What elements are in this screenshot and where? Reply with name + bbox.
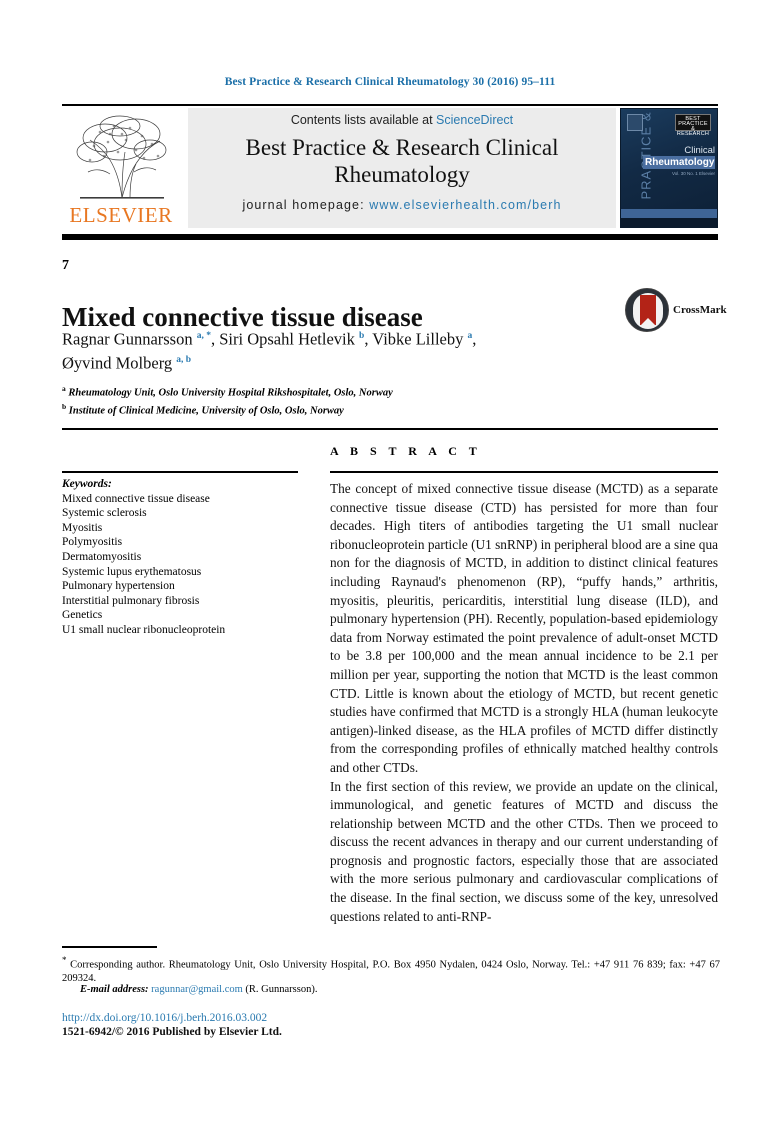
affiliation-a-marker: a <box>62 384 66 393</box>
header-bottom-rule <box>62 234 718 240</box>
crossmark-icon <box>625 288 669 332</box>
journal-title: Best Practice & Research Clinical Rheuma… <box>245 135 559 187</box>
sciencedirect-link[interactable]: ScienceDirect <box>436 113 513 127</box>
journal-homepage-link[interactable]: www.elsevierhealth.com/berh <box>369 198 561 212</box>
journal-homepage-line: journal homepage: www.elsevierhealth.com… <box>188 198 616 212</box>
elsevier-wordmark: ELSEVIER <box>69 203 173 227</box>
contents-prefix: Contents lists available at <box>290 113 437 127</box>
copyright-line: 1521-6942/© 2016 Published by Elsevier L… <box>62 1026 282 1038</box>
email-link[interactable]: ragunnar@gmail.com <box>151 984 243 995</box>
affiliation-b-marker: b <box>62 402 67 411</box>
author-4: Øyvind Molberg <box>62 353 177 372</box>
keywords-block: Keywords: Mixed connective tissue diseas… <box>62 477 312 638</box>
keyword-item: Genetics <box>62 609 103 622</box>
corresponding-author-text: Corresponding author. Rheumatology Unit,… <box>62 959 720 985</box>
author-1-affiliation-marker[interactable]: a, * <box>197 331 211 341</box>
article-first-page: Best Practice & Research Clinical Rheuma… <box>0 0 780 1134</box>
footnote-rule <box>62 946 157 948</box>
keywords-rule <box>62 471 298 473</box>
keyword-item: Pulmonary hypertension <box>62 580 175 593</box>
cover-stripe <box>621 209 717 218</box>
email-owner: (R. Gunnarsson). <box>245 984 318 995</box>
journal-header-band: ELSEVIER Contents lists available at Sci… <box>62 108 718 228</box>
homepage-prefix: journal homepage: <box>242 198 370 212</box>
cover-bottom-band <box>621 218 717 227</box>
keyword-item: U1 small nuclear ribonucleoprotein <box>62 623 226 636</box>
crossmark-label: CrossMark <box>673 304 727 316</box>
running-head: Best Practice & Research Clinical Rheuma… <box>224 76 556 88</box>
cover-badge: BEST PRACTICE & RESEARCH <box>675 114 711 137</box>
abstract-section-top-rule <box>62 428 718 430</box>
abstract-paragraph: The concept of mixed connective tissue d… <box>330 481 718 775</box>
journal-title-block: Contents lists available at ScienceDirec… <box>188 108 616 228</box>
author-4-affiliation-marker[interactable]: a, b <box>176 355 191 365</box>
affiliation-a: a Rheumatology Unit, Oslo University Hos… <box>62 382 622 400</box>
elsevier-logo: ELSEVIER <box>62 108 180 228</box>
keyword-item: Dermatomyositis <box>62 550 142 563</box>
cover-corner-icon <box>627 114 643 131</box>
abstract-body: The concept of mixed connective tissue d… <box>330 480 718 926</box>
affiliation-b-text: Institute of Clinical Medicine, Universi… <box>68 405 344 417</box>
affiliation-a-text: Rheumatology Unit, Oslo University Hospi… <box>68 387 393 399</box>
keyword-item: Polymyositis <box>62 536 123 549</box>
author-sep-3: , <box>472 329 477 349</box>
abstract-rule <box>330 471 718 473</box>
crossmark-logo[interactable]: CrossMark <box>625 288 729 334</box>
header-top-rule <box>62 104 718 106</box>
author-1: Ragnar Gunnarsson <box>62 329 197 349</box>
contents-available-line: Contents lists available at ScienceDirec… <box>188 113 616 127</box>
abstract-heading: A B S T R A C T <box>330 444 482 458</box>
corresponding-author-note: * Corresponding author. Rheumatology Uni… <box>62 954 720 986</box>
keyword-item: Systemic sclerosis <box>62 507 147 520</box>
cover-title-line1: Clinical <box>684 145 715 156</box>
keyword-item: Mixed connective tissue disease <box>62 492 210 505</box>
keyword-item: Myositis <box>62 521 103 534</box>
email-note: E-mail address: ragunnar@gmail.com (R. G… <box>62 983 720 997</box>
affiliation-b: b Institute of Clinical Medicine, Univer… <box>62 400 622 418</box>
cover-title-line2: Rheumatology <box>643 156 715 169</box>
article-number: 7 <box>62 258 69 273</box>
keywords-heading: Keywords: <box>62 478 112 490</box>
journal-cover-thumbnail: PRACTICE & RESEARCH BEST PRACTICE & RESE… <box>620 108 718 228</box>
abstract-paragraph: In the first section of this review, we … <box>330 778 718 924</box>
keyword-item: Interstitial pulmonary fibrosis <box>62 594 200 607</box>
cover-subtitle: Vol. 30 No. 1 Elsevier <box>671 171 715 176</box>
author-sep-1: , Siri Opsahl Hetlevik <box>210 329 360 349</box>
affiliation-list: a Rheumatology Unit, Oslo University Hos… <box>62 382 622 418</box>
email-label: E-mail address: <box>80 984 149 995</box>
author-sep-2: , Vibke Lilleby <box>364 329 468 349</box>
elsevier-tree-icon <box>70 112 174 204</box>
doi-link[interactable]: http://dx.doi.org/10.1016/j.berh.2016.03… <box>62 1012 267 1024</box>
keyword-item: Systemic lupus erythematosus <box>62 565 202 578</box>
author-list: Ragnar Gunnarsson a, *, Siri Opsahl Hetl… <box>62 326 602 373</box>
crossmark-notch <box>640 318 656 326</box>
